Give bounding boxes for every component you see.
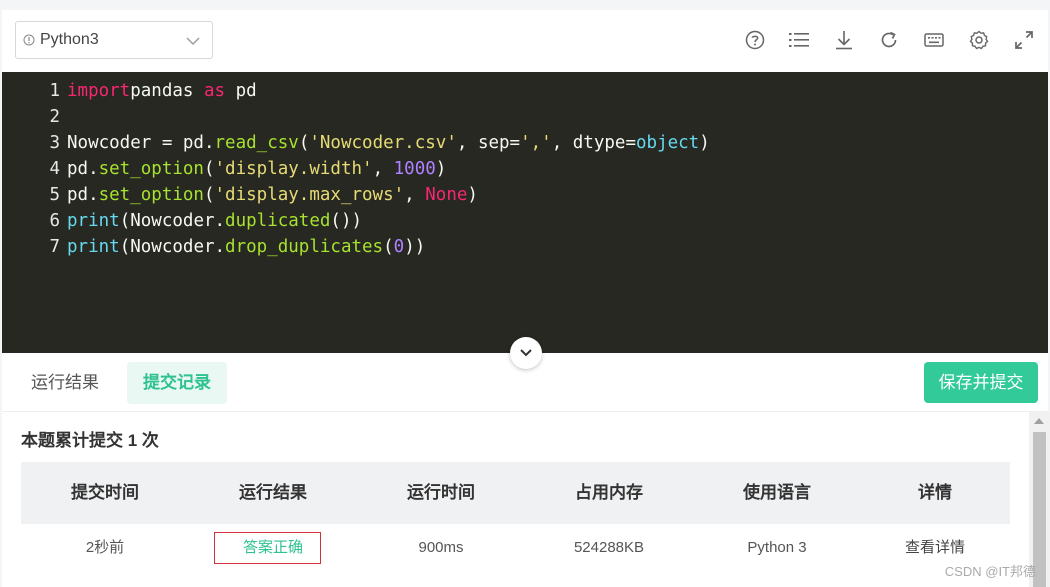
code-token: 'display.width' [214, 159, 373, 179]
tab-submissions[interactable]: 提交记录 [127, 362, 227, 404]
code-token: object [636, 133, 700, 153]
keyboard-icon[interactable] [923, 29, 945, 51]
code-token: print [67, 211, 120, 231]
help-icon[interactable] [744, 29, 766, 51]
watermark: CSDN @IT邦德 [944, 564, 1036, 579]
cell-language: Python 3 [747, 539, 807, 556]
code-token: ',' [520, 133, 552, 153]
code-token: Nowcoder = pd. [67, 133, 215, 153]
scroll-up-arrow[interactable] [1034, 418, 1044, 424]
code-token: duplicated [225, 211, 331, 231]
code-token: ( [203, 159, 215, 179]
line-number: 4 [49, 159, 60, 179]
language-select-value: Python3 [40, 31, 99, 48]
line-number: 3 [49, 133, 60, 153]
tab-run-result[interactable]: 运行结果 [16, 362, 114, 404]
line-number: 6 [49, 211, 60, 231]
code-token: as [193, 81, 226, 101]
cell-memory: 524288KB [573, 539, 645, 556]
code-token: ( [298, 133, 310, 153]
line-number: 1 [49, 81, 60, 101]
header-run-time: 运行时间 [407, 483, 475, 502]
submission-count: 本题累计提交 1 次 [21, 431, 159, 450]
code-token: pd. [67, 159, 99, 179]
table-header: 提交时间 运行结果 运行时间 占用内存 使用语言 详情 [21, 462, 1010, 524]
code-line[interactable]: 4 pd.set_option('display.width', 1000) [2, 156, 446, 182]
status-badge: 答案正确 [242, 539, 303, 556]
code-line[interactable]: 7 print(Nowcoder.drop_duplicates(0)) [2, 234, 425, 260]
code-token: ()) [330, 211, 363, 231]
code-token: , dtype= [551, 133, 636, 153]
line-number: 7 [49, 237, 60, 257]
code-line[interactable]: 5 pd.set_option('display.max_rows', None) [2, 182, 478, 208]
refresh-icon[interactable] [878, 29, 900, 51]
header-submit-time: 提交时间 [71, 483, 139, 502]
line-number: 2 [49, 107, 60, 127]
download-icon[interactable] [833, 29, 855, 51]
code-token: pandas [130, 81, 194, 101]
code-token: pd. [67, 185, 99, 205]
header-detail: 详情 [918, 483, 952, 502]
code-token: 'display.max_rows' [214, 185, 405, 205]
header-run-result: 运行结果 [239, 483, 307, 502]
list-icon[interactable] [788, 29, 810, 51]
fullscreen-icon[interactable] [1013, 29, 1035, 51]
header-language: 使用语言 [743, 483, 811, 502]
code-token: print [67, 237, 120, 257]
code-token: ( [203, 185, 215, 205]
code-token: , [404, 185, 426, 205]
code-token: drop_duplicates [225, 237, 384, 257]
code-token: (Nowcoder. [119, 237, 226, 257]
code-token: )) [404, 237, 426, 257]
chevron-down-icon [186, 37, 200, 45]
code-line[interactable]: 2 [2, 104, 67, 130]
code-token: , sep= [456, 133, 521, 153]
code-token: read_csv [214, 133, 299, 153]
code-line[interactable]: 3 Nowcoder = pd.read_csv('Nowcoder.csv', … [2, 130, 710, 156]
code-token: pd [225, 81, 257, 101]
code-token: , [372, 159, 394, 179]
code-token: ) [435, 159, 447, 179]
cell-run-time: 900ms [418, 539, 464, 556]
code-token: 'Nowcoder.csv' [309, 133, 457, 153]
submissions-panel: 本题累计提交 1 次 提交时间 运行结果 运行时间 占用内存 使用语言 详情 2… [2, 412, 1029, 587]
cell-submit-time: 2秒前 [85, 539, 125, 556]
top-strip [0, 0, 1050, 10]
code-token: import [67, 81, 131, 101]
chevron-down-icon [520, 349, 532, 357]
line-number: 5 [49, 185, 60, 205]
code-token: 1000 [393, 159, 436, 179]
save-submit-button[interactable]: 保存并提交 [924, 362, 1038, 403]
code-token: (Nowcoder. [119, 211, 226, 231]
code-token: None [425, 185, 468, 205]
language-select[interactable]: Python3 [15, 21, 213, 59]
code-token: ) [467, 185, 478, 205]
table-row: 2秒前 答案正确 900ms 524288KB Python 3 查看详情 [21, 524, 1010, 572]
code-token: ( [383, 237, 394, 257]
code-token: ) [699, 133, 710, 153]
code-token: set_option [98, 185, 204, 205]
gear-icon[interactable] [968, 29, 990, 51]
code-editor[interactable]: 1 importpandas as pd 2 3 Nowcoder = pd.read_… [2, 72, 1048, 353]
code-line[interactable]: 6 print(Nowcoder.duplicated()) [2, 208, 362, 234]
info-icon [23, 34, 35, 46]
code-token: 0 [393, 237, 405, 257]
code-line[interactable]: 1 importpandas as pd [2, 78, 257, 104]
header-memory: 占用内存 [575, 483, 643, 502]
editor-toolbar: Python3 [2, 10, 1048, 72]
code-token: set_option [98, 159, 204, 179]
collapse-editor-button[interactable] [510, 337, 542, 369]
